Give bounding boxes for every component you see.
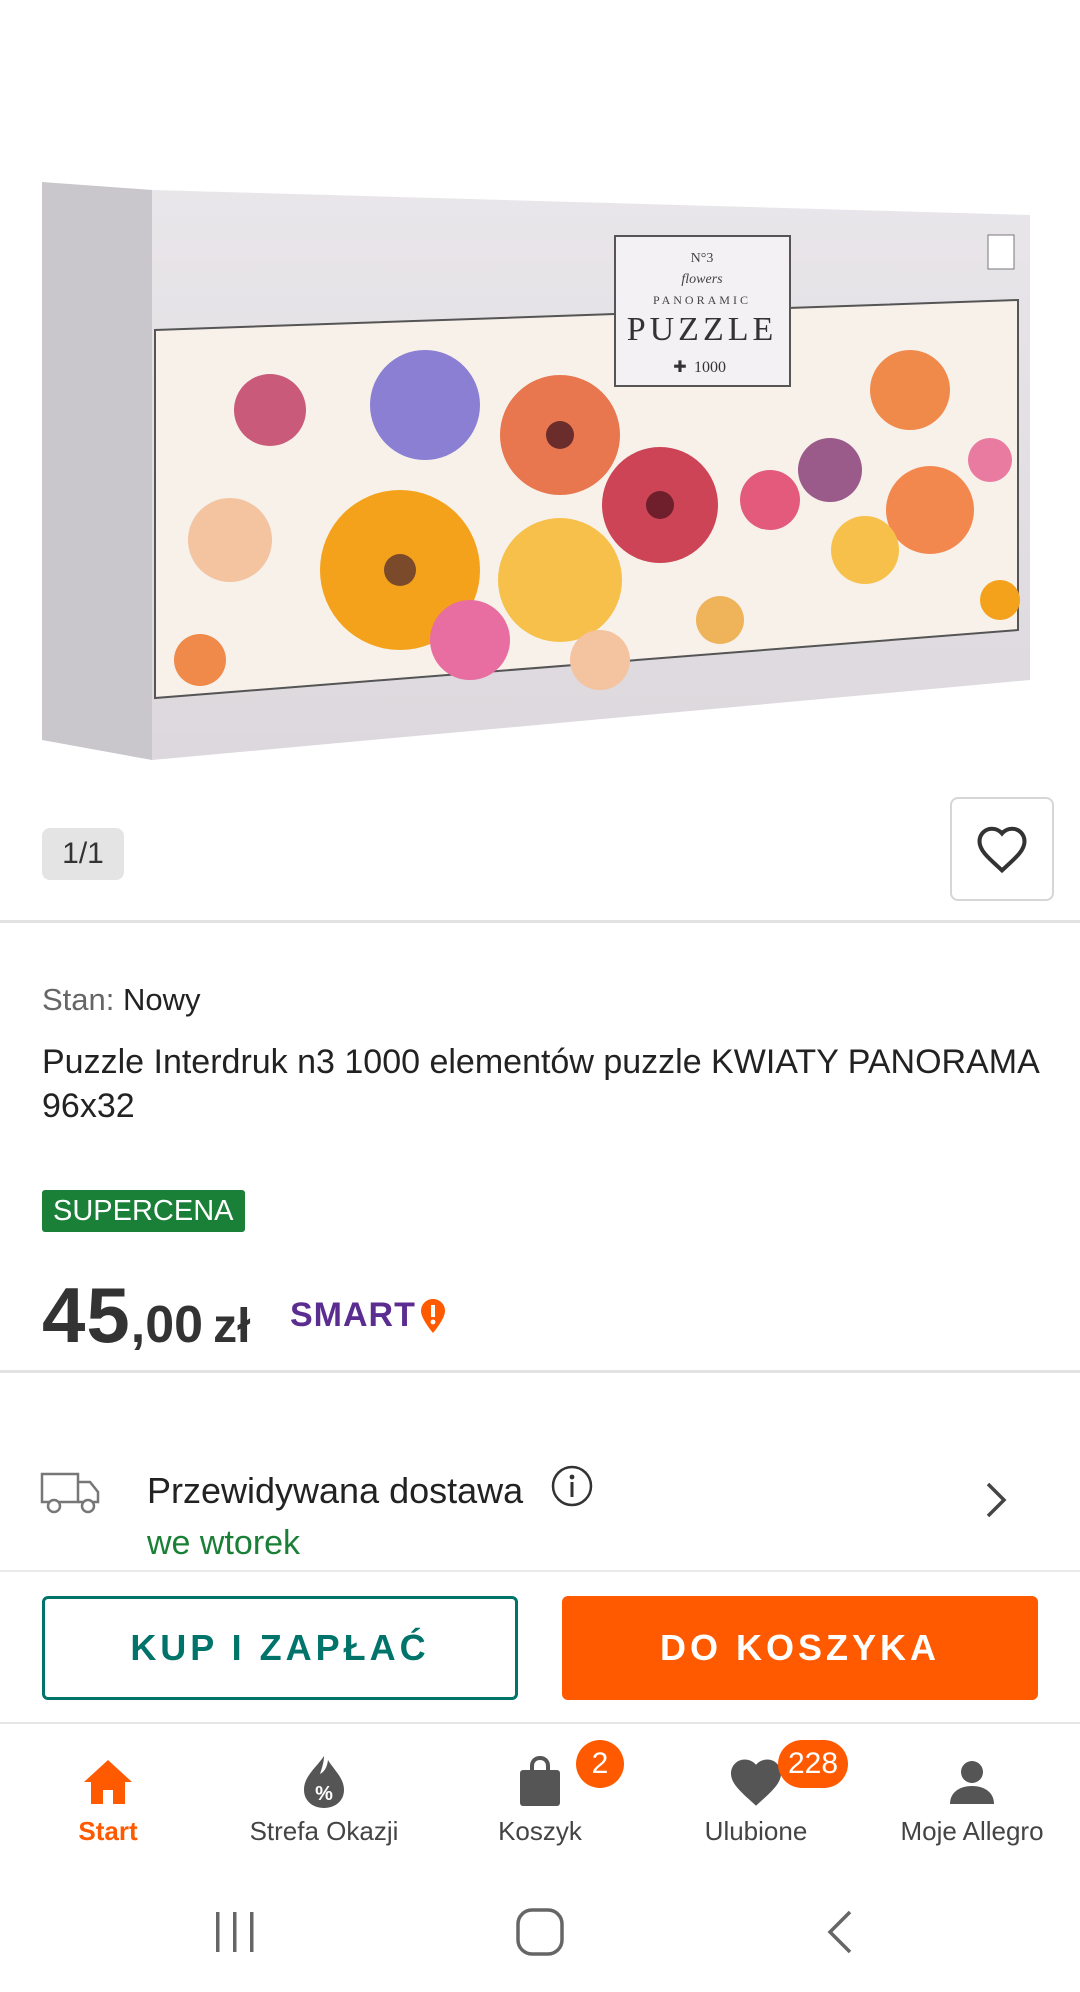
- user-icon: [950, 1761, 994, 1804]
- svg-text:%: %: [315, 1783, 333, 1805]
- nav-cart-label: Koszyk: [498, 1816, 582, 1846]
- back-icon[interactable]: [820, 1908, 860, 1956]
- info-icon[interactable]: [550, 1464, 594, 1508]
- cart-count-badge: 2: [576, 1740, 624, 1788]
- condition-value: Nowy: [123, 982, 201, 1017]
- heart-icon: [731, 1759, 781, 1806]
- product-image[interactable]: N°3 flowers PANORAMIC PUZZLE 1000 ✚: [0, 40, 1080, 840]
- condition-label: Stan:: [42, 982, 115, 1017]
- product-gallery[interactable]: N°3 flowers PANORAMIC PUZZLE 1000 ✚ 1/1: [0, 0, 1080, 920]
- price-currency: zł: [213, 1300, 251, 1353]
- image-counter: 1/1: [42, 828, 124, 880]
- svg-text:✚: ✚: [673, 359, 686, 376]
- nav-account-label: Moje Allegro: [900, 1816, 1044, 1846]
- box-number: N°3: [691, 251, 714, 266]
- smart-drop-icon: [420, 1298, 445, 1333]
- smart-label: SMART: [290, 1296, 416, 1334]
- add-to-favorites-button[interactable]: [950, 797, 1054, 901]
- product-price: 45,00 zł: [42, 1270, 250, 1361]
- nav-favorites[interactable]: 228 Ulubione: [648, 1724, 864, 1874]
- box-title: PUZZLE: [627, 311, 778, 348]
- action-bar: KUP I ZAPŁAĆ DO KOSZYKA: [0, 1570, 1080, 1724]
- box-pieces: 1000: [694, 359, 726, 376]
- favorites-count-badge: 228: [778, 1740, 849, 1788]
- nav-account[interactable]: Moje Allegro: [864, 1724, 1080, 1874]
- recent-apps-icon[interactable]: [212, 1908, 258, 1956]
- deals-icon: %: [304, 1756, 344, 1808]
- product-title: Puzzle Interdruk n3 1000 elementów puzzl…: [42, 1043, 1038, 1125]
- price-integer: 45: [42, 1271, 131, 1359]
- add-to-cart-button[interactable]: DO KOSZYKA: [562, 1596, 1038, 1700]
- truck-icon: [40, 1472, 100, 1514]
- heart-icon: [977, 826, 1027, 874]
- bottom-navigation: Start % Strefa Okazji 2 Koszyk 228 Ulubi…: [0, 1722, 1080, 1874]
- nav-deals[interactable]: % Strefa Okazji: [216, 1724, 432, 1874]
- supercena-badge: SUPERCENA: [42, 1190, 245, 1232]
- price-decimal: ,00: [130, 1296, 204, 1354]
- buy-now-button[interactable]: KUP I ZAPŁAĆ: [42, 1596, 518, 1700]
- chevron-right-icon: [986, 1482, 1007, 1518]
- home-icon: [84, 1760, 132, 1804]
- divider: [0, 1370, 1080, 1373]
- box-subtitle: flowers: [681, 272, 723, 287]
- delivery-day: we wtorek: [147, 1524, 301, 1562]
- divider: [0, 920, 1080, 923]
- nav-start[interactable]: Start: [0, 1724, 216, 1874]
- box-series: PANORAMIC: [653, 293, 751, 307]
- nav-cart[interactable]: 2 Koszyk: [432, 1724, 648, 1874]
- system-navigation-bar: [0, 1872, 1080, 1992]
- nav-start-label: Start: [78, 1816, 138, 1846]
- nav-favorites-label: Ulubione: [704, 1816, 808, 1846]
- nav-deals-label: Strefa Okazji: [249, 1816, 399, 1846]
- smart-logo: SMART: [290, 1296, 448, 1335]
- delivery-label: Przewidywana dostawa: [147, 1470, 524, 1511]
- shopping-bag-icon: [520, 1755, 560, 1806]
- condition: Stan: Nowy: [42, 982, 201, 1018]
- home-button-icon[interactable]: [514, 1906, 566, 1958]
- delivery-row[interactable]: Przewidywana dostawa we wtorek: [0, 1450, 1080, 1570]
